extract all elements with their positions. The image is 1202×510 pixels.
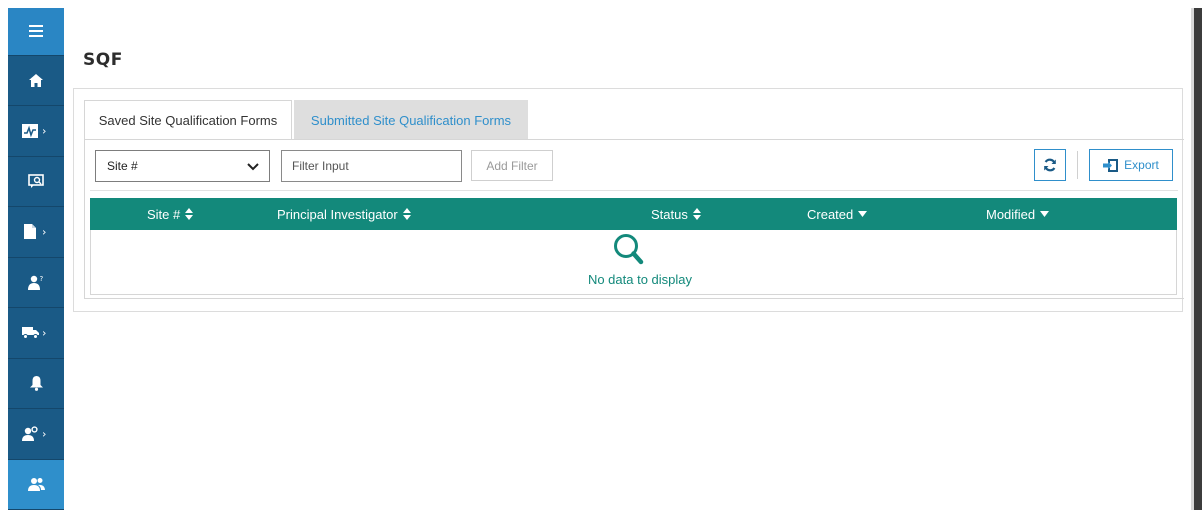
page-title: SQF — [83, 50, 123, 70]
chevron-right-icon: › — [42, 225, 47, 239]
sidebar-item-documents[interactable]: › — [8, 207, 64, 258]
app-window: › › ? › › SQF Saved Site Qualification F… — [0, 0, 1202, 510]
svg-text:?: ? — [40, 275, 44, 283]
document-icon — [24, 224, 36, 240]
table-header: Site # Principal Investigator Status Cre… — [90, 198, 1177, 230]
filter-field-selected: Site # — [107, 159, 138, 173]
column-header-site[interactable]: Site # — [147, 198, 194, 230]
filter-field-select[interactable]: Site # — [95, 150, 270, 182]
sort-both-icon — [692, 208, 701, 220]
export-button[interactable]: Export — [1089, 149, 1173, 181]
export-label: Export — [1124, 158, 1159, 172]
chevron-down-icon — [247, 163, 259, 171]
search-icon — [614, 234, 644, 265]
sort-both-icon — [402, 208, 411, 220]
sidebar-item-users[interactable] — [8, 459, 64, 510]
sort-down-icon — [858, 211, 868, 217]
menu-icon — [29, 25, 43, 38]
tab-saved-forms[interactable]: Saved Site Qualification Forms — [84, 100, 292, 140]
chevron-right-icon: › — [42, 326, 47, 340]
filter-input[interactable] — [281, 150, 462, 182]
sidebar-item-shipments[interactable]: › — [8, 308, 64, 359]
sidebar-item-user-settings[interactable]: › — [8, 409, 64, 460]
export-icon — [1103, 158, 1119, 172]
chevron-right-icon: › — [42, 124, 47, 138]
sidebar-item-analytics[interactable]: › — [8, 106, 64, 157]
empty-state-message: No data to display — [587, 272, 693, 287]
sidebar-item-search-messages[interactable] — [8, 157, 64, 208]
truck-icon — [21, 327, 39, 340]
users-icon — [27, 478, 45, 492]
refresh-button[interactable] — [1034, 149, 1066, 181]
chevron-right-icon: › — [42, 427, 47, 441]
home-icon — [29, 73, 43, 87]
column-header-status[interactable]: Status — [651, 198, 701, 230]
column-header-modified[interactable]: Modified — [986, 198, 1050, 230]
sort-both-icon — [185, 208, 194, 220]
sidebar: › › ? › › — [8, 8, 64, 510]
sidebar-menu-toggle[interactable] — [8, 8, 64, 56]
user-question-icon: ? — [28, 275, 44, 290]
bell-icon — [29, 375, 43, 391]
column-header-created[interactable]: Created — [807, 198, 868, 230]
chat-search-icon — [28, 173, 44, 188]
sidebar-item-home[interactable] — [8, 56, 64, 107]
add-filter-button[interactable]: Add Filter — [471, 150, 553, 181]
sidebar-item-notifications[interactable] — [8, 359, 64, 410]
tab-submitted-forms[interactable]: Submitted Site Qualification Forms — [294, 100, 528, 140]
refresh-icon — [1044, 158, 1056, 172]
window-shadow — [1194, 8, 1202, 510]
filter-bar-separator — [90, 190, 1178, 191]
user-settings-icon — [21, 426, 38, 442]
toolbar-divider — [1077, 151, 1078, 179]
sidebar-item-investigators[interactable]: ? — [8, 258, 64, 309]
chart-icon — [22, 123, 38, 138]
sort-down-icon — [1040, 211, 1050, 217]
column-header-principal-investigator[interactable]: Principal Investigator — [277, 198, 411, 230]
